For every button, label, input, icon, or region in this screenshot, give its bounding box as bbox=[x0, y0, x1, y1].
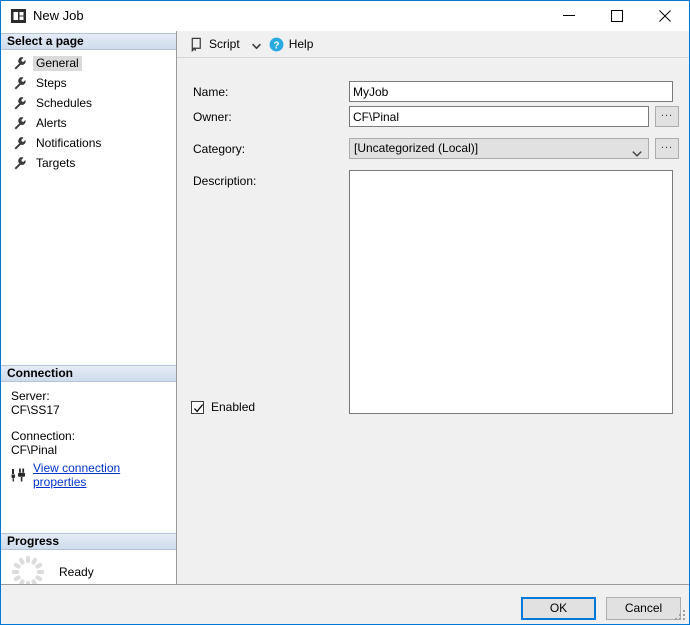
view-connection-properties-row[interactable]: View connection properties bbox=[11, 461, 176, 489]
ok-button[interactable]: OK bbox=[521, 597, 596, 620]
owner-browse-button[interactable]: ... bbox=[655, 106, 679, 127]
close-button[interactable] bbox=[642, 1, 688, 30]
progress-status-text: Ready bbox=[59, 565, 94, 579]
category-dropdown[interactable]: [Uncategorized (Local)] bbox=[349, 138, 649, 159]
sidebar-item-label: Notifications bbox=[36, 135, 102, 150]
wrench-icon bbox=[13, 56, 27, 70]
category-browse-button[interactable]: ... bbox=[655, 138, 679, 159]
description-label: Description: bbox=[193, 174, 257, 188]
name-input[interactable] bbox=[349, 81, 673, 102]
window-title: New Job bbox=[33, 8, 84, 23]
connection-value: CF\Pinal bbox=[11, 443, 58, 457]
connection-info: Server: CF\SS17 Connection: CF\Pinal bbox=[11, 389, 171, 457]
server-label: Server: bbox=[11, 389, 50, 403]
resize-grip-icon[interactable] bbox=[675, 610, 686, 621]
sidebar-panel: Select a page General Steps Schedules Al… bbox=[1, 31, 177, 588]
wrench-icon bbox=[13, 116, 27, 130]
sidebar-item-steps[interactable]: Steps bbox=[1, 73, 177, 93]
view-connection-properties-link[interactable]: View connection properties bbox=[33, 461, 176, 489]
dialog-toolbar: Script ? Help bbox=[177, 31, 689, 58]
title-bar: New Job bbox=[1, 1, 689, 31]
wrench-icon bbox=[13, 156, 27, 170]
category-label: Category: bbox=[193, 142, 246, 156]
script-button-label: Script bbox=[209, 37, 240, 51]
description-textarea[interactable] bbox=[349, 170, 673, 414]
script-icon bbox=[189, 37, 204, 52]
server-value: CF\SS17 bbox=[11, 403, 60, 417]
wrench-icon bbox=[13, 96, 27, 110]
chevron-down-icon[interactable] bbox=[251, 40, 261, 49]
enabled-label: Enabled bbox=[211, 400, 256, 414]
sidebar-item-label: Targets bbox=[36, 155, 76, 170]
sidebar-item-label: Alerts bbox=[36, 115, 67, 130]
category-selected-value: [Uncategorized (Local)] bbox=[354, 141, 479, 155]
sidebar-item-general[interactable]: General bbox=[1, 53, 177, 73]
owner-label: Owner: bbox=[193, 110, 232, 124]
sidebar-item-label: Steps bbox=[36, 75, 67, 90]
dialog-footer: OK Cancel bbox=[1, 584, 689, 624]
connection-label: Connection: bbox=[11, 429, 76, 443]
chevron-down-icon bbox=[632, 145, 642, 157]
content-panel: Script ? Help Name: MyJob Owner: CF\Pina… bbox=[177, 31, 689, 584]
sidebar-item-schedules[interactable]: Schedules bbox=[1, 93, 177, 113]
connection-header: Connection bbox=[1, 365, 176, 382]
job-window-icon bbox=[11, 9, 26, 23]
enabled-checkbox[interactable] bbox=[191, 400, 204, 414]
svg-text:?: ? bbox=[273, 40, 279, 51]
sidebar-item-notifications[interactable]: Notifications bbox=[1, 133, 177, 153]
wrench-icon bbox=[13, 136, 27, 150]
sidebar-item-label: General bbox=[33, 55, 82, 71]
help-button[interactable]: ? Help bbox=[265, 33, 318, 55]
maximize-button[interactable] bbox=[594, 1, 640, 30]
help-question-icon: ? bbox=[269, 37, 284, 52]
dialog-body: Select a page General Steps Schedules Al… bbox=[1, 31, 689, 588]
enabled-checkbox-row[interactable]: Enabled bbox=[191, 400, 255, 414]
cancel-button[interactable]: Cancel bbox=[606, 597, 681, 620]
select-a-page-header: Select a page bbox=[1, 33, 176, 50]
minimize-button[interactable] bbox=[546, 1, 592, 30]
wrench-icon bbox=[13, 76, 27, 90]
sidebar-item-label: Schedules bbox=[36, 95, 93, 110]
sidebar-item-targets[interactable]: Targets bbox=[1, 153, 177, 173]
help-button-label: Help bbox=[288, 37, 314, 51]
progress-header: Progress bbox=[1, 533, 176, 550]
connection-plug-icon bbox=[11, 468, 28, 482]
sidebar-item-alerts[interactable]: Alerts bbox=[1, 113, 177, 133]
name-label: Name: bbox=[193, 85, 229, 99]
page-list: General Steps Schedules Alerts Notificat… bbox=[1, 53, 177, 173]
new-job-dialog-window: New Job Select a page General Steps Sche… bbox=[0, 0, 690, 625]
script-button[interactable]: Script bbox=[185, 33, 244, 55]
owner-input[interactable] bbox=[349, 106, 649, 127]
